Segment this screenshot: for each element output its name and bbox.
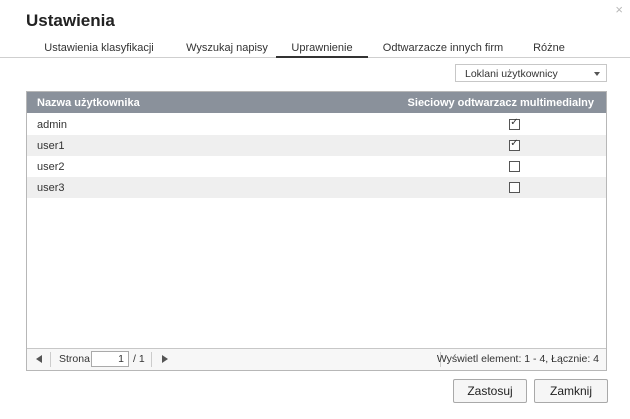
column-header-username[interactable]: Nazwa użytkownika [37, 97, 140, 109]
pager-divider [50, 352, 51, 367]
username-cell: admin [37, 119, 67, 131]
media-player-checkbox[interactable]: ✓ [509, 117, 520, 130]
apply-button[interactable]: Zastosuj [453, 379, 527, 403]
media-player-checkbox[interactable] [509, 182, 520, 193]
display-info: Wyświetl element: 1 - 4, Łącznie: 4 [436, 353, 599, 365]
close-button[interactable]: Zamknij [534, 379, 608, 403]
settings-dialog: Ustawienia × Ustawienia klasyfikacji Wys… [0, 0, 630, 419]
page-total: / 1 [133, 353, 145, 365]
checkmark-icon [510, 180, 519, 192]
checkmark-icon: ✓ [510, 138, 519, 149]
media-player-checkbox[interactable]: ✓ [509, 138, 520, 151]
permissions-table: Nazwa użytkownika Sieciowy odtwarzacz mu… [26, 91, 607, 371]
tab-classification-settings[interactable]: Ustawienia klasyfikacji [37, 42, 161, 56]
next-page-icon[interactable] [162, 355, 168, 363]
checkmark-icon: ✓ [510, 117, 519, 128]
user-type-dropdown[interactable]: Loklani użytkownicy [455, 64, 607, 82]
tab-third-party-players[interactable]: Odtwarzacze innych firm [380, 42, 506, 56]
table-row[interactable]: user2 [27, 156, 606, 177]
table-row[interactable]: user3 [27, 177, 606, 198]
checkmark-icon [510, 159, 519, 171]
table-row[interactable]: admin ✓ [27, 114, 606, 135]
dialog-title: Ustawienia [26, 11, 115, 30]
page-label: Strona [59, 353, 90, 365]
media-player-checkbox[interactable] [509, 161, 520, 172]
previous-page-icon[interactable] [36, 355, 42, 363]
close-icon[interactable]: × [615, 3, 623, 16]
pager-divider [151, 352, 152, 367]
username-cell: user3 [37, 182, 65, 194]
column-header-media-player[interactable]: Sieciowy odtwarzacz multimedialny [408, 97, 594, 109]
pagination-bar: Strona 1 / 1 Wyświetl element: 1 - 4, Łą… [27, 348, 606, 370]
user-type-selected: Loklani użytkownicy [465, 68, 558, 80]
tab-bar: Ustawienia klasyfikacji Wyszukaj napisy … [0, 42, 630, 58]
tab-permissions[interactable]: Uprawnienie [276, 42, 368, 58]
page-number-input[interactable]: 1 [91, 351, 129, 367]
tab-misc[interactable]: Różne [524, 42, 574, 56]
username-cell: user2 [37, 161, 65, 173]
table-row[interactable]: user1 ✓ [27, 135, 606, 156]
username-cell: user1 [37, 140, 65, 152]
tab-search-subtitles[interactable]: Wyszukaj napisy [176, 42, 278, 56]
chevron-down-icon [594, 72, 600, 76]
table-header: Nazwa użytkownika Sieciowy odtwarzacz mu… [27, 92, 606, 113]
